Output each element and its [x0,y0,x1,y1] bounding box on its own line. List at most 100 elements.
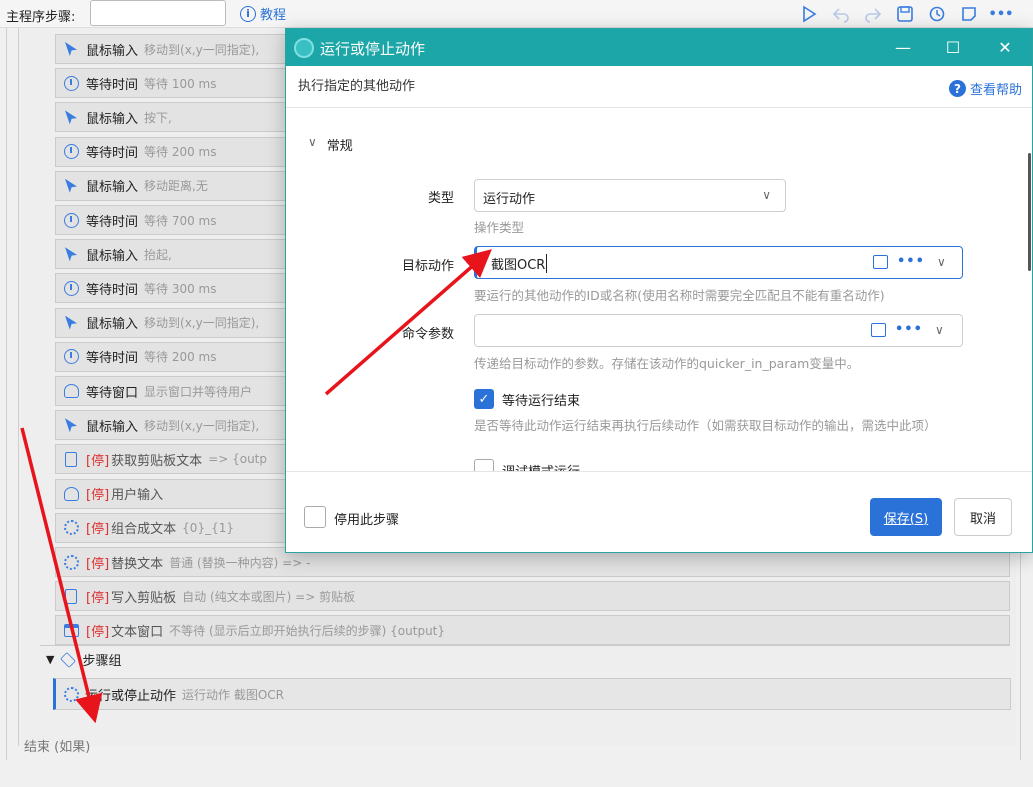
top-toolbar: 主程序步骤: i 教程 ••• [0,0,1033,28]
step-title: 等待时间 [86,282,139,298]
debug-mode-checkbox[interactable] [474,459,494,471]
layers-icon [60,651,77,668]
help-link[interactable]: ? 查看帮助 [948,79,1022,98]
stopped-badge: [停] [86,556,110,572]
wait-finish-hint: 是否等待此动作运行结束再执行后续动作（如需获取目标动作的输出，需选中此项） [474,418,937,433]
step-search-input[interactable] [90,0,226,26]
chevron-down-icon[interactable]: ∨ [935,323,944,337]
step-title: 鼠标输入 [86,180,139,196]
clock-icon [62,279,80,297]
step-title: 鼠标输入 [86,111,139,127]
gear-icon [64,686,79,702]
more-options-icon[interactable]: ••• [895,322,923,337]
step-desc: 等待 200 ms [144,350,217,365]
step-title: 等待时间 [86,146,139,162]
note-icon[interactable] [957,2,981,26]
dialog-scrollbar[interactable] [1028,153,1031,271]
cursor-icon [62,416,80,434]
open-external-icon[interactable] [871,323,886,337]
end-if-label: 结束 (如果) [24,740,91,755]
clock-icon [62,143,80,161]
window-icon [62,621,80,639]
step-title: 等待窗口 [86,385,139,401]
command-param-input[interactable]: ••• ∨ [474,314,963,347]
stopped-badge: [停] [86,488,110,504]
dialog-footer: 停用此步骤 保存(S) 取消 [286,471,1032,552]
step-desc: 不等待 (显示后立即开始执行后续的步骤) {output} [169,623,446,638]
step-desc: 移动到(x,y一同指定), [144,418,260,433]
type-hint: 操作类型 [474,220,525,235]
step-desc: 显示窗口并等待用户 [144,384,253,399]
save-icon[interactable] [893,2,917,26]
play-icon[interactable] [797,2,821,26]
user-icon [62,382,80,400]
history-icon[interactable] [925,2,949,26]
step-title: 获取剪贴板文本 [111,453,203,469]
main-steps-label: 主程序步骤: [6,10,76,25]
step-row[interactable]: [停] 写入剪贴板 自动 (纯文本或图片) => 剪贴板 [55,581,1010,612]
command-param-hint: 传递给目标动作的参数。存储在该动作的quicker_in_param变量中。 [474,356,860,371]
command-param-label: 命令参数 [401,327,454,342]
info-icon: i [240,5,256,22]
cursor-icon [62,40,80,58]
step-title: 等待时间 [86,77,139,93]
user-icon [62,485,80,503]
chevron-down-icon[interactable]: ∨ [937,255,946,269]
step-title: 写入剪贴板 [111,590,177,606]
dialog-titlebar[interactable]: 运行或停止动作 — ☐ ✕ [286,29,1032,66]
step-group-header[interactable]: ▼ 步骤组 [40,645,1010,673]
gear-icon [62,519,80,537]
step-title: 运行或停止动作 [85,688,177,704]
step-title: 文本窗口 [111,624,164,640]
dialog-title: 运行或停止动作 [320,40,426,58]
clock-icon [62,348,80,366]
tutorial-link[interactable]: i 教程 [240,4,286,23]
type-select[interactable]: 运行动作 ∨ [474,179,786,212]
step-row-run-action[interactable]: 运行或停止动作 运行动作 截图OCR [53,678,1011,710]
disable-step-label: 停用此步骤 [334,513,400,528]
step-desc: 移动到(x,y一同指定), [144,316,260,331]
undo-icon[interactable] [829,2,853,26]
clock-icon [62,74,80,92]
section-general-header[interactable]: ∨ 常规 [308,135,353,154]
run-stop-action-dialog: 运行或停止动作 — ☐ ✕ 执行指定的其他动作 ? 查看帮助 ∨ 常规 类型 运… [285,28,1033,553]
step-desc: 等待 700 ms [144,213,217,228]
step-row[interactable]: [停] 文本窗口 不等待 (显示后立即开始执行后续的步骤) {output} [55,615,1010,646]
open-external-icon[interactable] [873,255,888,269]
disable-step-checkbox[interactable] [304,506,326,528]
doc-icon [62,450,80,468]
maximize-button[interactable]: ☐ [928,29,978,66]
stopped-badge: [停] [86,453,110,469]
debug-mode-label: 调试模式运行 [502,461,580,471]
save-button[interactable]: 保存(S) [870,498,942,536]
more-icon[interactable]: ••• [989,2,1014,26]
step-desc: 移动距离,无 [144,179,208,194]
cursor-icon [62,314,80,332]
step-title: 鼠标输入 [86,419,139,435]
minimize-button[interactable]: — [878,29,928,66]
redo-icon[interactable] [861,2,885,26]
stopped-badge: [停] [86,590,110,606]
step-title: 用户输入 [111,488,164,504]
close-button[interactable]: ✕ [980,29,1030,66]
cursor-icon [62,245,80,263]
step-desc: 运行动作 截图OCR [182,687,284,702]
step-title: 鼠标输入 [86,43,139,59]
more-options-icon[interactable]: ••• [897,254,925,269]
wait-finish-checkbox[interactable]: ✓ [474,389,494,409]
dialog-description: 执行指定的其他动作 [298,79,416,94]
stopped-badge: [停] [86,522,110,538]
step-title: 鼠标输入 [86,317,139,333]
clock-icon [62,211,80,229]
step-desc: 等待 100 ms [144,76,217,91]
step-desc: 等待 200 ms [144,145,217,160]
dialog-body: ∨ 常规 类型 运行动作 ∨ 操作类型 目标动作 截图OCR ••• ∨ 要运行… [286,109,1030,471]
collapse-triangle-icon[interactable]: ▼ [46,653,54,666]
target-action-input[interactable]: 截图OCR ••• ∨ [474,246,963,279]
cursor-icon [62,108,80,126]
cancel-button[interactable]: 取消 [954,498,1012,536]
cursor-icon [62,177,80,195]
step-desc: {0}_{1} [182,520,234,535]
target-action-hint: 要运行的其他动作的ID或名称(使用名称时需要完全匹配且不能有重名动作) [474,288,885,303]
step-desc: 等待 300 ms [144,281,217,296]
